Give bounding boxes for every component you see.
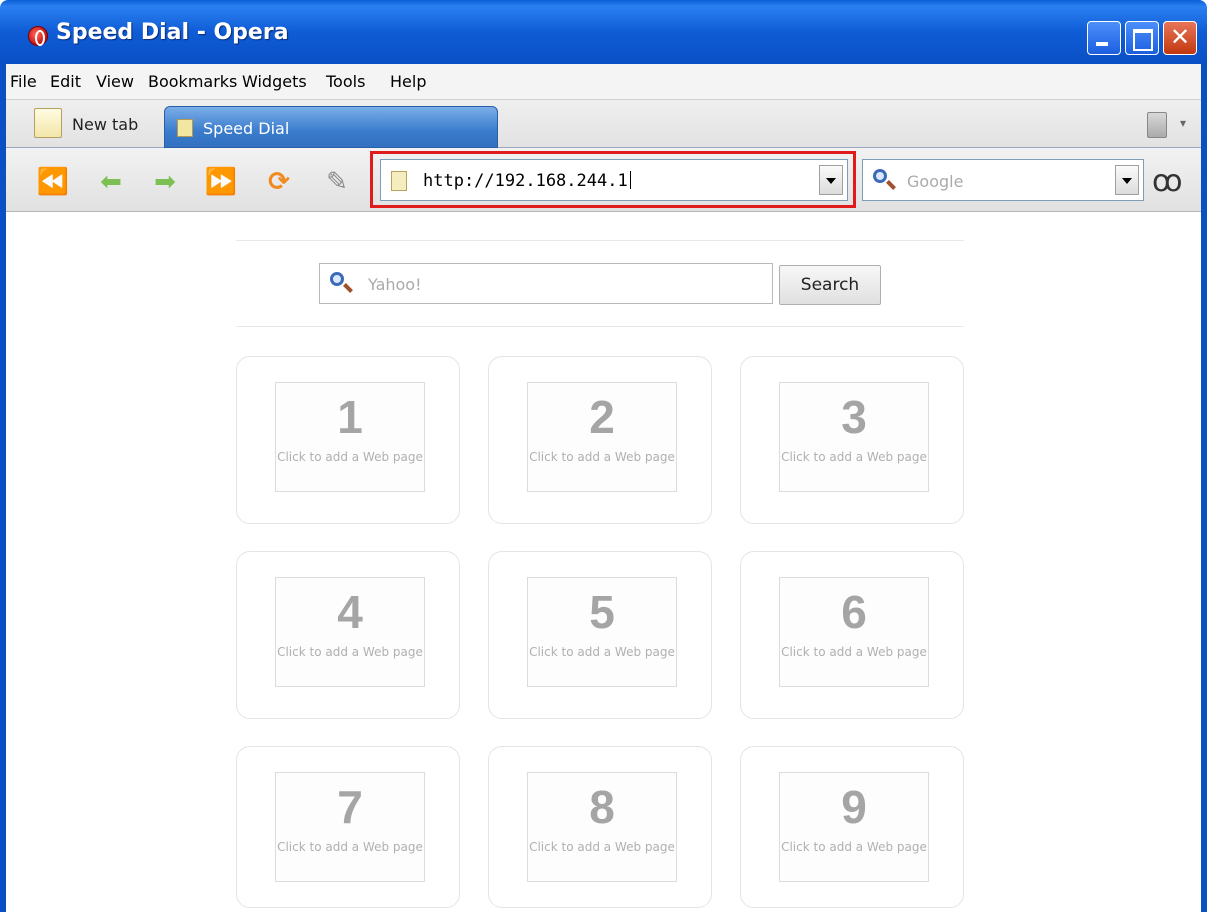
speed-dial-1[interactable]: 1 Click to add a Web page <box>236 356 460 524</box>
window-title: Speed Dial - Opera <box>56 20 289 45</box>
dial-number: 7 <box>337 781 363 833</box>
speed-dial-9[interactable]: 9 Click to add a Web page <box>740 746 964 908</box>
dial-caption: Click to add a Web page <box>529 450 675 464</box>
dial-thumbnail: 8 Click to add a Web page <box>527 772 677 882</box>
dial-number: 5 <box>589 586 615 638</box>
dial-number: 2 <box>589 391 615 443</box>
address-dropdown-button[interactable] <box>819 165 843 195</box>
dial-thumbnail: 3 Click to add a Web page <box>779 382 929 492</box>
close-button[interactable]: ✕ <box>1163 21 1197 55</box>
dial-number: 8 <box>589 781 615 833</box>
dial-thumbnail: 7 Click to add a Web page <box>275 772 425 882</box>
dial-caption: Click to add a Web page <box>529 645 675 659</box>
dial-thumbnail: 9 Click to add a Web page <box>779 772 929 882</box>
menu-bookmarks[interactable]: Bookmarks <box>148 72 237 91</box>
minimize-button[interactable] <box>1087 21 1121 55</box>
fast-forward-icon[interactable]: ⏩ <box>204 164 238 198</box>
menu-view[interactable]: View <box>96 72 134 91</box>
dial-thumbnail: 6 Click to add a Web page <box>779 577 929 687</box>
dial-caption: Click to add a Web page <box>781 645 927 659</box>
web-search-field[interactable]: Google <box>862 159 1144 201</box>
speed-dial-6[interactable]: 6 Click to add a Web page <box>740 551 964 719</box>
tab-speed-dial[interactable]: Speed Dial <box>164 106 498 148</box>
edit-icon[interactable]: ✎ <box>320 164 354 198</box>
dial-number: 6 <box>841 586 867 638</box>
rewind-icon[interactable]: ⏪ <box>36 164 70 198</box>
dial-number: 4 <box>337 586 363 638</box>
yahoo-search-input[interactable]: Yahoo! <box>319 263 773 304</box>
speed-dial-5[interactable]: 5 Click to add a Web page <box>488 551 712 719</box>
menu-widgets[interactable]: Widgets <box>242 72 307 91</box>
search-placeholder: Google <box>907 172 964 191</box>
search-engine-dropdown[interactable] <box>1115 165 1139 195</box>
new-tab-button[interactable]: New tab <box>72 115 138 134</box>
maximize-button[interactable] <box>1125 21 1159 55</box>
tab-label: Speed Dial <box>203 119 290 138</box>
menu-tools[interactable]: Tools <box>326 72 365 91</box>
trash-icon[interactable] <box>1147 112 1167 138</box>
dial-thumbnail: 2 Click to add a Web page <box>527 382 677 492</box>
new-tab-icon[interactable] <box>34 108 62 138</box>
dial-caption: Click to add a Web page <box>277 840 423 854</box>
address-text: http://192.168.244.1 <box>423 171 631 191</box>
dial-thumbnail: 5 Click to add a Web page <box>527 577 677 687</box>
speed-dial-4[interactable]: 4 Click to add a Web page <box>236 551 460 719</box>
window-frame-right <box>1201 64 1207 912</box>
dial-caption: Click to add a Web page <box>781 450 927 464</box>
menu-help[interactable]: Help <box>390 72 426 91</box>
speed-dial-3[interactable]: 3 Click to add a Web page <box>740 356 964 524</box>
search-icon <box>330 272 344 286</box>
dial-caption: Click to add a Web page <box>781 840 927 854</box>
dial-caption: Click to add a Web page <box>277 450 423 464</box>
opera-logo-icon <box>28 26 48 46</box>
reload-icon[interactable]: ⟳ <box>262 164 296 198</box>
yahoo-placeholder: Yahoo! <box>368 275 422 294</box>
close-icon: ✕ <box>1169 24 1191 51</box>
speed-dial-8[interactable]: 8 Click to add a Web page <box>488 746 712 908</box>
divider <box>236 326 964 327</box>
dial-caption: Click to add a Web page <box>277 645 423 659</box>
forward-icon[interactable]: ➡ <box>148 164 182 198</box>
menu-file[interactable]: File <box>10 72 37 91</box>
page-icon <box>177 119 193 137</box>
dial-caption: Click to add a Web page <box>529 840 675 854</box>
search-icon[interactable] <box>873 169 887 183</box>
menu-bar: File Edit View Bookmarks Widgets Tools H… <box>6 64 1201 100</box>
dial-number: 1 <box>337 391 363 443</box>
address-field[interactable]: http://192.168.244.1 <box>380 159 848 201</box>
speed-dial-7[interactable]: 7 Click to add a Web page <box>236 746 460 908</box>
back-icon[interactable]: ⬅ <box>94 164 128 198</box>
search-button[interactable]: Search <box>779 265 881 305</box>
divider <box>236 240 964 241</box>
dial-number: 9 <box>841 781 867 833</box>
glasses-icon[interactable]: ꝏ <box>1152 164 1183 199</box>
dial-thumbnail: 1 Click to add a Web page <box>275 382 425 492</box>
chevron-down-icon[interactable]: ▾ <box>1180 116 1186 130</box>
page-icon <box>391 171 407 191</box>
menu-edit[interactable]: Edit <box>50 72 81 91</box>
dial-thumbnail: 4 Click to add a Web page <box>275 577 425 687</box>
dial-number: 3 <box>841 391 867 443</box>
text-caret <box>629 171 631 189</box>
title-bar: Speed Dial - Opera ✕ <box>0 0 1207 64</box>
speed-dial-2[interactable]: 2 Click to add a Web page <box>488 356 712 524</box>
